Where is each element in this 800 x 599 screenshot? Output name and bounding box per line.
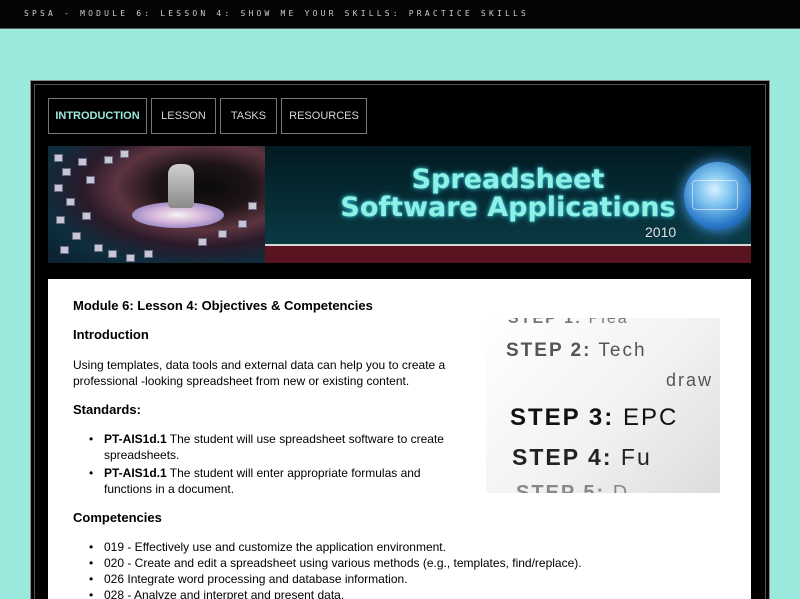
competencies-heading: Competencies xyxy=(73,510,162,525)
list-item: 028 - Analyze and interpret and present … xyxy=(89,587,609,599)
step-line: draw xyxy=(666,370,714,390)
header-banner: Spreadsheet Software Applications 2010 xyxy=(48,146,751,263)
top-bar: SPSA - MODULE 6: LESSON 4: SHOW ME YOUR … xyxy=(0,0,800,29)
tab-tasks[interactable]: TASKS xyxy=(220,98,277,134)
globe-icon xyxy=(684,162,751,230)
step-line: STEP 4: Fu xyxy=(512,444,652,470)
surfer-figure-graphic xyxy=(168,164,194,208)
introduction-heading: Introduction xyxy=(73,327,149,342)
banner-illustration xyxy=(48,146,265,263)
step-line: STEP 5: D xyxy=(516,482,630,493)
banner-title-area: Spreadsheet Software Applications 2010 xyxy=(265,146,751,246)
competencies-list: 019 - Effectively use and customize the … xyxy=(89,539,609,599)
tab-resources[interactable]: RESOURCES xyxy=(281,98,367,134)
tab-lesson[interactable]: LESSON xyxy=(151,98,216,134)
standards-heading: Standards: xyxy=(73,402,141,417)
standards-list: PT-AIS1d.1 The student will use spreadsh… xyxy=(89,431,469,499)
step-line: STEP 1: Plea xyxy=(508,318,629,327)
list-item: PT-AIS1d.1 The student will use spreadsh… xyxy=(89,431,469,463)
list-item: 026 Integrate word processing and databa… xyxy=(89,571,609,587)
content-panel: Module 6: Lesson 4: Objectives & Compete… xyxy=(48,279,751,599)
standard-code: PT-AIS1d.1 xyxy=(104,466,167,480)
list-item: 019 - Effectively use and customize the … xyxy=(89,539,609,555)
content-title: Module 6: Lesson 4: Objectives & Compete… xyxy=(73,298,373,313)
page-title: SPSA - MODULE 6: LESSON 4: SHOW ME YOUR … xyxy=(24,9,530,18)
standard-code: PT-AIS1d.1 xyxy=(104,432,167,446)
list-item: 020 - Create and edit a spreadsheet usin… xyxy=(89,555,609,571)
banner-year: 2010 xyxy=(645,224,677,240)
introduction-text: Using templates, data tools and external… xyxy=(73,358,446,388)
banner-title-line2: Software Applications xyxy=(340,192,676,223)
steps-image: STEP 1: Plea STEP 2: Tech draw STEP 3: E… xyxy=(486,318,720,493)
banner-bottom-strip xyxy=(265,246,751,263)
tab-introduction[interactable]: INTRODUCTION xyxy=(48,98,147,134)
step-line: STEP 2: Tech xyxy=(506,340,647,361)
list-item: PT-AIS1d.1 The student will enter approp… xyxy=(89,465,469,497)
step-line: STEP 3: EPC xyxy=(510,404,679,431)
banner-title-line1: Spreadsheet xyxy=(411,164,605,195)
